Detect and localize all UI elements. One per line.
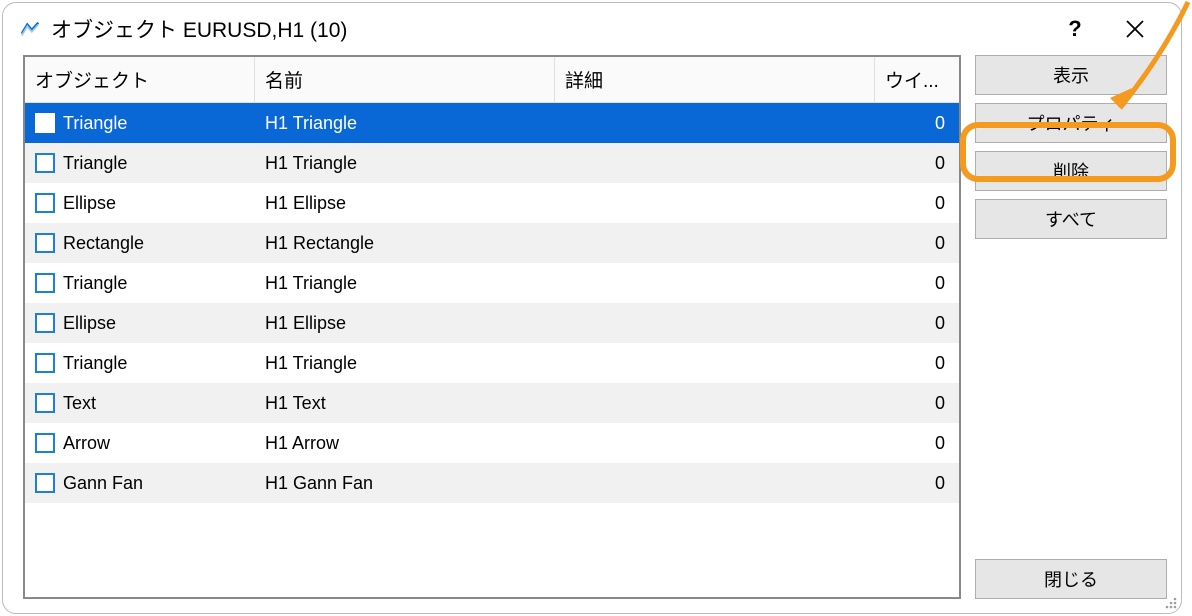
- cell-object: Ellipse: [25, 303, 255, 343]
- show-button[interactable]: 表示: [975, 55, 1167, 95]
- cell-object: Gann Fan: [25, 463, 255, 503]
- cell-wi: 0: [875, 103, 959, 143]
- object-label: Triangle: [63, 113, 127, 134]
- row-checkbox[interactable]: [35, 233, 55, 253]
- object-label: Gann Fan: [63, 473, 143, 494]
- cell-wi: 0: [875, 183, 959, 223]
- table-header: オブジェクト 名前 詳細 ウイ...: [25, 57, 959, 103]
- table-row[interactable]: Triangle H1 Triangle 0: [25, 143, 959, 183]
- all-button[interactable]: すべて: [975, 199, 1167, 239]
- cell-name: H1 Ellipse: [255, 183, 555, 223]
- table-row[interactable]: Text H1 Text 0: [25, 383, 959, 423]
- object-label: Ellipse: [63, 193, 116, 214]
- side-buttons: 表示 プロパティ 削除 すべて 閉じる: [975, 55, 1167, 599]
- cell-object: Rectangle: [25, 223, 255, 263]
- table-row[interactable]: Triangle H1 Triangle 0: [25, 103, 959, 143]
- cell-name: H1 Text: [255, 383, 555, 423]
- cell-wi: 0: [875, 343, 959, 383]
- dialog-title: オブジェクト EURUSD,H1 (10): [51, 14, 347, 44]
- close-icon: [1125, 19, 1145, 39]
- row-checkbox[interactable]: [35, 433, 55, 453]
- cell-detail: [555, 183, 875, 223]
- table-row[interactable]: Triangle H1 Triangle 0: [25, 343, 959, 383]
- object-label: Triangle: [63, 353, 127, 374]
- object-label: Text: [63, 393, 96, 414]
- object-label: Triangle: [63, 153, 127, 174]
- row-checkbox[interactable]: [35, 193, 55, 213]
- cell-wi: 0: [875, 223, 959, 263]
- object-label: Ellipse: [63, 313, 116, 334]
- column-header-detail[interactable]: 詳細: [555, 57, 875, 103]
- cell-object: Arrow: [25, 423, 255, 463]
- row-checkbox[interactable]: [35, 113, 55, 133]
- cell-detail: [555, 343, 875, 383]
- cell-name: H1 Triangle: [255, 143, 555, 183]
- row-checkbox[interactable]: [35, 153, 55, 173]
- cell-name: H1 Rectangle: [255, 223, 555, 263]
- table-row[interactable]: Ellipse H1 Ellipse 0: [25, 183, 959, 223]
- cell-name: H1 Triangle: [255, 103, 555, 143]
- cell-name: H1 Triangle: [255, 343, 555, 383]
- cell-object: Triangle: [25, 143, 255, 183]
- cell-wi: 0: [875, 303, 959, 343]
- column-header-object[interactable]: オブジェクト: [25, 57, 255, 103]
- cell-detail: [555, 143, 875, 183]
- help-button[interactable]: ?: [1045, 7, 1105, 51]
- cell-detail: [555, 463, 875, 503]
- cell-wi: 0: [875, 423, 959, 463]
- cell-wi: 0: [875, 263, 959, 303]
- object-label: Arrow: [63, 433, 110, 454]
- cell-detail: [555, 383, 875, 423]
- cell-name: H1 Gann Fan: [255, 463, 555, 503]
- cell-name: H1 Arrow: [255, 423, 555, 463]
- cell-detail: [555, 423, 875, 463]
- table-row[interactable]: Arrow H1 Arrow 0: [25, 423, 959, 463]
- cell-detail: [555, 103, 875, 143]
- table-row[interactable]: Gann Fan H1 Gann Fan 0: [25, 463, 959, 503]
- cell-object: Triangle: [25, 103, 255, 143]
- close-window-button[interactable]: [1105, 7, 1165, 51]
- table-body: Triangle H1 Triangle 0 Triangle H1 Triangle 0…: [25, 103, 959, 597]
- cell-name: H1 Triangle: [255, 263, 555, 303]
- cell-wi: 0: [875, 383, 959, 423]
- row-checkbox[interactable]: [35, 353, 55, 373]
- cell-detail: [555, 303, 875, 343]
- cell-wi: 0: [875, 143, 959, 183]
- cell-object: Triangle: [25, 343, 255, 383]
- properties-button[interactable]: プロパティ: [975, 103, 1167, 143]
- row-checkbox[interactable]: [35, 393, 55, 413]
- cell-wi: 0: [875, 463, 959, 503]
- cell-object: Ellipse: [25, 183, 255, 223]
- cell-object: Text: [25, 383, 255, 423]
- cell-object: Triangle: [25, 263, 255, 303]
- cell-name: H1 Ellipse: [255, 303, 555, 343]
- resize-grip-icon[interactable]: [1160, 592, 1178, 610]
- table-row[interactable]: Triangle H1 Triangle 0: [25, 263, 959, 303]
- dialog: オブジェクト EURUSD,H1 (10) ? オブジェクト 名前 詳細 ウイ.…: [2, 2, 1182, 614]
- delete-button[interactable]: 削除: [975, 151, 1167, 191]
- cell-detail: [555, 223, 875, 263]
- titlebar: オブジェクト EURUSD,H1 (10) ?: [3, 3, 1181, 55]
- column-header-wi[interactable]: ウイ...: [875, 57, 959, 103]
- table-row[interactable]: Ellipse H1 Ellipse 0: [25, 303, 959, 343]
- objects-table: オブジェクト 名前 詳細 ウイ... TriangleH1 Triangle0T…: [23, 55, 961, 599]
- app-icon: [19, 18, 41, 40]
- row-checkbox[interactable]: [35, 313, 55, 333]
- row-checkbox[interactable]: [35, 273, 55, 293]
- table-row[interactable]: Rectangle H1 Rectangle 0: [25, 223, 959, 263]
- cell-detail: [555, 263, 875, 303]
- column-header-name[interactable]: 名前: [255, 57, 555, 103]
- object-label: Rectangle: [63, 233, 144, 254]
- row-checkbox[interactable]: [35, 473, 55, 493]
- object-label: Triangle: [63, 273, 127, 294]
- close-button[interactable]: 閉じる: [975, 559, 1167, 599]
